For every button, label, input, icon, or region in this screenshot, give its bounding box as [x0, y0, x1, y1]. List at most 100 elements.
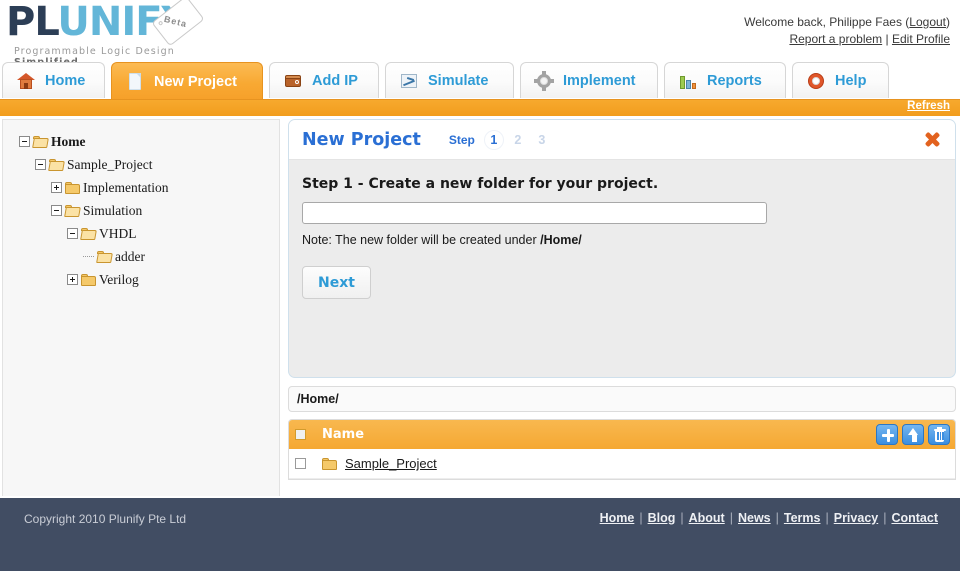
welcome-text: Welcome back, Philippe Faes	[744, 15, 902, 29]
refresh-bar: Refresh	[0, 100, 960, 116]
tree-node-home[interactable]: Home	[19, 130, 279, 153]
current-path-bar: /Home/	[288, 386, 956, 412]
account-links-line: Report a problem | Edit Profile	[744, 31, 950, 48]
footer-sep-4: |	[775, 511, 779, 525]
step-word-label: Step	[448, 132, 475, 147]
copyright-text: Copyright 2010 Plunify Pte Ltd	[24, 512, 187, 526]
delete-button[interactable]	[928, 424, 950, 445]
page-root: PLUNIFY Beta Programmable Logic Design S…	[0, 0, 960, 571]
welcome-line: Welcome back, Philippe Faes (Logout)	[744, 14, 950, 31]
step-dot-2[interactable]: 2	[508, 130, 528, 150]
tab-new-project-label: New Project	[154, 73, 237, 90]
document-icon	[126, 72, 144, 91]
tree-toggle-home[interactable]	[19, 136, 30, 147]
tab-implement-label: Implement	[563, 72, 636, 89]
refresh-link[interactable]: Refresh	[907, 100, 950, 112]
tree-node-sample-project[interactable]: Sample_Project	[19, 153, 279, 176]
tree-connector-line	[83, 256, 94, 257]
step-dot-1[interactable]: 1	[483, 129, 504, 150]
beta-tag-label: Beta	[162, 13, 189, 30]
folder-icon	[322, 457, 337, 470]
step-heading: Step 1 - Create a new folder for your pr…	[302, 176, 659, 192]
new-project-card: New Project Step 1 2 3 Step 1 - Create a…	[288, 119, 956, 378]
row-name-link[interactable]: Sample_Project	[345, 456, 437, 471]
tab-simulate[interactable]: Simulate	[385, 62, 514, 98]
footer-link-home[interactable]: Home	[600, 511, 635, 525]
tree-toggle-simulation[interactable]	[51, 205, 62, 216]
next-button[interactable]: Next	[302, 266, 371, 299]
tab-help-label: Help	[835, 72, 867, 89]
footer-sep-5: |	[825, 511, 829, 525]
step-dot-3[interactable]: 3	[532, 130, 552, 150]
upload-button[interactable]	[902, 424, 924, 445]
footer-link-contact[interactable]: Contact	[891, 511, 938, 525]
chip-icon	[284, 72, 302, 90]
footer-link-news[interactable]: News	[738, 511, 771, 525]
tree-node-vhdl[interactable]: VHDL	[19, 222, 279, 245]
tab-home[interactable]: Home	[2, 62, 105, 98]
tree-label-implementation: Implementation	[83, 179, 169, 195]
project-tree-sidebar: Home Sample_Project Implementation Simul…	[2, 119, 280, 511]
footer-sep-3: |	[729, 511, 733, 525]
folder-icon	[81, 273, 96, 286]
folder-icon	[96, 250, 113, 263]
footer-link-terms[interactable]: Terms	[784, 511, 821, 525]
edit-profile-link[interactable]: Edit Profile	[892, 32, 950, 46]
links-separator: |	[885, 32, 889, 46]
tree-label-verilog: Verilog	[99, 271, 139, 287]
column-header-name: Name	[322, 427, 365, 442]
tab-reports[interactable]: Reports	[664, 62, 786, 98]
footer-link-privacy[interactable]: Privacy	[834, 511, 878, 525]
tree-node-implementation[interactable]: Implementation	[19, 176, 279, 199]
folder-location-note: Note: The new folder will be created und…	[302, 233, 942, 247]
footer-link-blog[interactable]: Blog	[648, 511, 676, 525]
main-content: Home Sample_Project Implementation Simul…	[0, 116, 960, 514]
close-icon[interactable]	[922, 129, 942, 149]
row-checkbox[interactable]	[295, 458, 306, 469]
tab-add-ip[interactable]: Add IP	[269, 62, 379, 98]
table-row[interactable]: Sample_Project	[289, 449, 955, 479]
bar-chart-icon	[679, 72, 697, 90]
tab-home-label: Home	[45, 72, 86, 89]
footer-links: Home | Blog | About | News | Terms | Privacy | Conta…	[600, 511, 938, 525]
step-indicator: Step 1 2 3	[448, 129, 556, 150]
logout-paren-close: )	[946, 15, 950, 29]
tree-node-verilog[interactable]: Verilog	[19, 268, 279, 291]
project-tree: Home Sample_Project Implementation Simul…	[3, 120, 279, 291]
folder-icon	[80, 227, 97, 240]
tree-node-adder[interactable]: adder	[19, 245, 279, 268]
tab-add-ip-label: Add IP	[312, 72, 358, 89]
select-all-checkbox[interactable]	[295, 429, 306, 440]
tree-toggle-vhdl[interactable]	[67, 228, 78, 239]
tab-help[interactable]: Help	[792, 62, 889, 98]
gear-icon	[534, 70, 554, 91]
tab-reports-label: Reports	[707, 72, 762, 89]
tree-toggle-sample-project[interactable]	[35, 159, 46, 170]
logout-link[interactable]: Logout	[909, 15, 946, 29]
waveform-icon	[400, 72, 418, 90]
home-icon	[17, 72, 35, 90]
plunify-logo[interactable]: PLUNIFY Beta Programmable Logic Design S…	[6, 0, 206, 68]
tab-new-project[interactable]: New Project	[111, 62, 263, 100]
tree-toggle-implementation[interactable]	[51, 182, 62, 193]
tagline-normal: Programmable Logic Design	[14, 46, 175, 57]
add-folder-button[interactable]	[876, 424, 898, 445]
main-navigation-tabs: Home New Project Add IP Simulate Impleme…	[0, 62, 960, 100]
current-path-text: /Home/	[297, 392, 339, 406]
page-title: New Project	[302, 129, 421, 150]
tree-toggle-verilog[interactable]	[67, 274, 78, 285]
new-folder-name-input[interactable]	[302, 202, 767, 224]
report-problem-link[interactable]: Report a problem	[789, 32, 882, 46]
tab-implement[interactable]: Implement	[520, 62, 658, 98]
tree-label-simulation: Simulation	[83, 202, 143, 218]
folder-icon	[48, 158, 65, 171]
logo-text-pl: PL	[6, 0, 58, 45]
page-header: PLUNIFY Beta Programmable Logic Design S…	[0, 0, 960, 68]
user-welcome-area: Welcome back, Philippe Faes (Logout) Rep…	[744, 14, 950, 48]
card-body: Step 1 - Create a new folder for your pr…	[289, 160, 955, 377]
footer-sep-2: |	[680, 511, 684, 525]
page-footer: Copyright 2010 Plunify Pte Ltd Home | Blog…	[0, 496, 960, 571]
tree-node-simulation[interactable]: Simulation	[19, 199, 279, 222]
footer-link-about[interactable]: About	[689, 511, 725, 525]
new-project-panel-wrap: New Project Step 1 2 3 Step 1 - Create a…	[288, 119, 956, 480]
